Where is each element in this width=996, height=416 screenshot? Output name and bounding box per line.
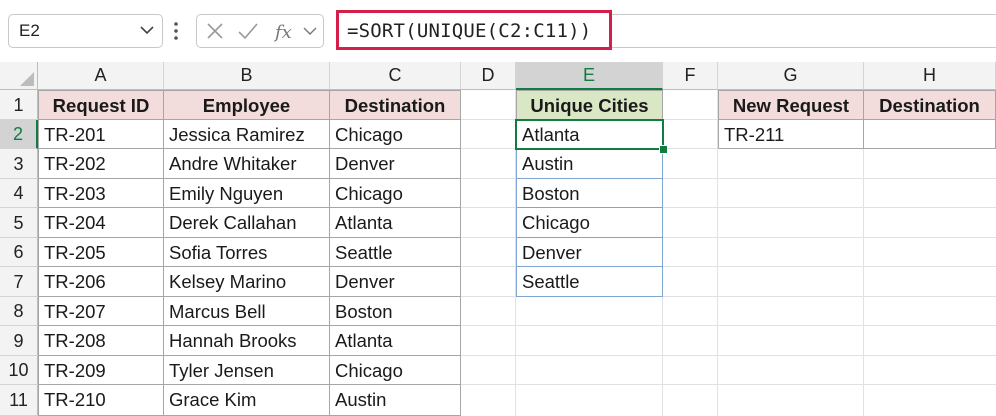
row-header-3[interactable]: 3 [0,149,38,179]
cell-new-destination[interactable] [864,120,996,149]
cell-employee[interactable]: Tyler Jensen [164,356,330,385]
cell-request-id[interactable]: TR-203 [38,179,164,208]
cell-employee[interactable]: Jessica Ramirez [164,120,330,149]
row-header-11[interactable]: 11 [0,385,38,416]
column-header-g[interactable]: G [718,62,864,90]
worksheet: A B C D E F G H 1 2 3 4 5 6 7 8 9 10 11 … [0,0,996,416]
header-new-destination[interactable]: Destination [864,90,996,120]
row-header-10[interactable]: 10 [0,356,38,385]
cell-destination[interactable]: Chicago [330,120,461,149]
cell-request-id[interactable]: TR-209 [38,356,164,385]
cell-destination[interactable]: Seattle [330,238,461,267]
row-header-8[interactable]: 8 [0,297,38,326]
row-header-9[interactable]: 9 [0,326,38,356]
cell-request-id[interactable]: TR-206 [38,267,164,297]
unique-city-cell[interactable]: Atlanta [516,120,663,149]
select-all-corner[interactable] [0,62,38,90]
unique-city-cell[interactable]: Seattle [516,267,663,297]
cell-employee[interactable]: Sofia Torres [164,238,330,267]
cell-destination[interactable]: Denver [330,267,461,297]
row-header-2[interactable]: 2 [0,120,38,149]
column-header-d[interactable]: D [461,62,516,90]
cell-destination[interactable]: Chicago [330,356,461,385]
cell-destination[interactable]: Chicago [330,179,461,208]
cell-request-id[interactable]: TR-201 [38,120,164,149]
cell-request-id[interactable]: TR-204 [38,208,164,238]
column-header-f[interactable]: F [663,62,718,90]
cell-employee[interactable]: Emily Nguyen [164,179,330,208]
cell-destination[interactable]: Austin [330,385,461,416]
column-header-a[interactable]: A [38,62,164,90]
row-header-5[interactable]: 5 [0,208,38,238]
cell-employee[interactable]: Marcus Bell [164,297,330,326]
row-header-4[interactable]: 4 [0,179,38,208]
cell-destination[interactable]: Boston [330,297,461,326]
column-header-e[interactable]: E [516,62,663,90]
cell-request-id[interactable]: TR-208 [38,326,164,356]
header-destination[interactable]: Destination [330,90,461,120]
unique-city-cell[interactable]: Boston [516,179,663,208]
header-employee[interactable]: Employee [164,90,330,120]
select-all-icon [20,72,34,86]
cell-destination[interactable]: Atlanta [330,208,461,238]
column-header-b[interactable]: B [164,62,330,90]
row-header-7[interactable]: 7 [0,267,38,297]
row-header-1[interactable]: 1 [0,90,38,120]
cell-employee[interactable]: Derek Callahan [164,208,330,238]
cell-request-id[interactable]: TR-207 [38,297,164,326]
header-new-request[interactable]: New Request [718,90,864,120]
cell-new-request-id[interactable]: TR-211 [718,120,864,149]
unique-city-cell[interactable]: Chicago [516,208,663,238]
column-header-h[interactable]: H [864,62,996,90]
cell-employee[interactable]: Grace Kim [164,385,330,416]
cell-destination[interactable]: Atlanta [330,326,461,356]
row-header-6[interactable]: 6 [0,238,38,267]
cell-request-id[interactable]: TR-202 [38,149,164,179]
cell-request-id[interactable]: TR-210 [38,385,164,416]
cell-employee[interactable]: Hannah Brooks [164,326,330,356]
cell-employee[interactable]: Kelsey Marino [164,267,330,297]
unique-city-cell[interactable]: Denver [516,238,663,267]
header-request-id[interactable]: Request ID [38,90,164,120]
header-unique-cities[interactable]: Unique Cities [516,90,663,120]
cell-employee[interactable]: Andre Whitaker [164,149,330,179]
cell-request-id[interactable]: TR-205 [38,238,164,267]
cell-destination[interactable]: Denver [330,149,461,179]
fill-handle[interactable] [659,145,668,154]
column-header-c[interactable]: C [330,62,461,90]
unique-city-cell[interactable]: Austin [516,149,663,179]
